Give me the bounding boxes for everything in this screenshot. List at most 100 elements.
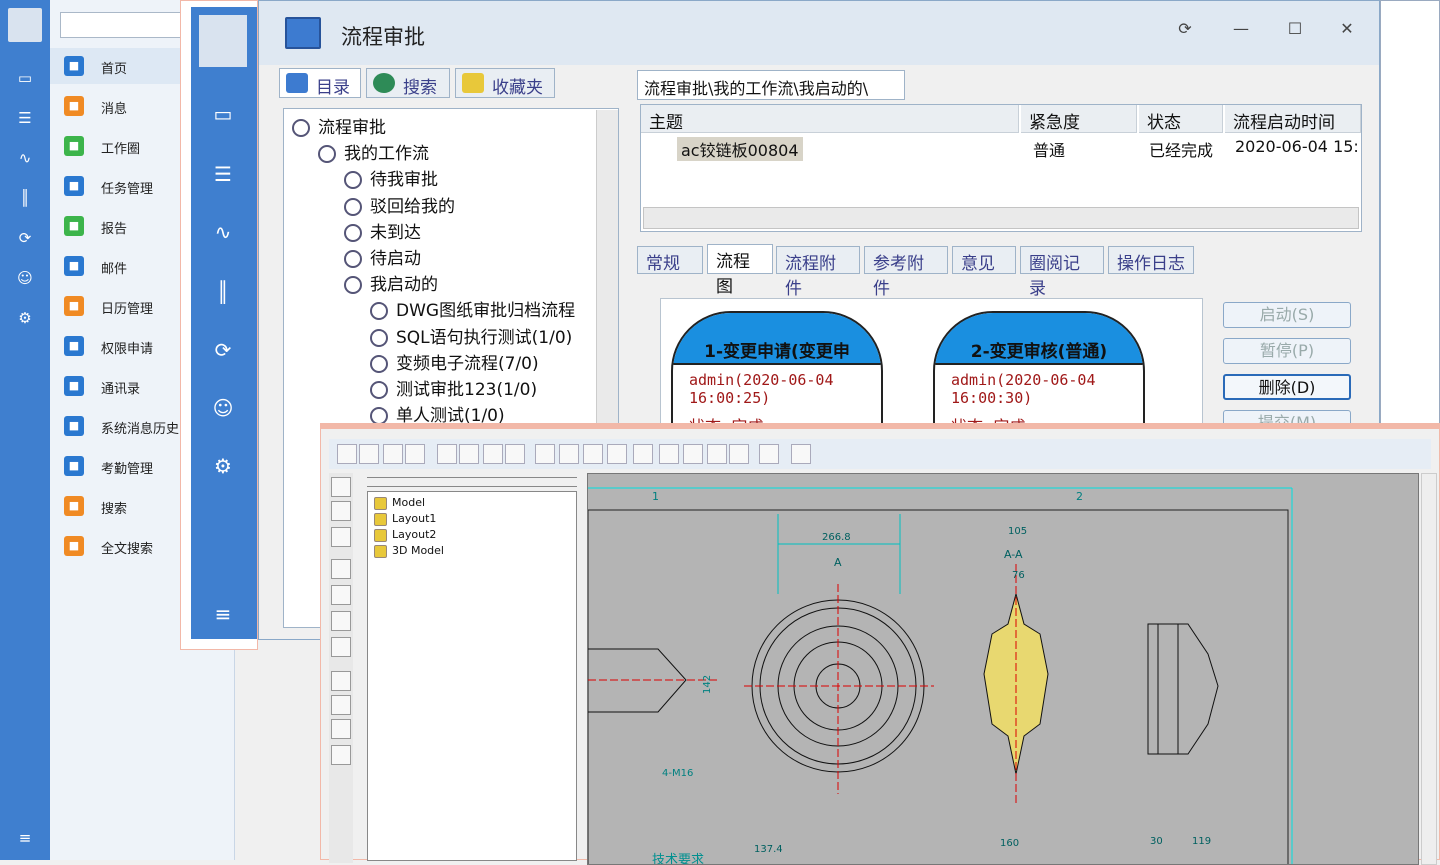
list-icon[interactable]: ☰ — [15, 108, 35, 128]
toolbar-button-icon[interactable] — [505, 444, 525, 464]
cell-subject[interactable]: ac铰链板00804 — [677, 137, 803, 161]
chart-icon[interactable]: ∿ — [15, 148, 35, 168]
toolbar-button-icon[interactable] — [729, 444, 749, 464]
maximize-icon[interactable]: ☐ — [1283, 19, 1307, 38]
side-tool-icon[interactable] — [331, 695, 351, 715]
cad-toolbar — [329, 439, 1431, 469]
toolbar-button-icon[interactable] — [659, 444, 679, 464]
drawing-canvas[interactable]: 1 2 4-M16 142 266.8 A 137.4 A-A 105 76 1… — [587, 473, 1419, 865]
toolbar-button-icon[interactable] — [359, 444, 379, 464]
list-icon[interactable]: ☰ — [208, 159, 238, 189]
toolbar-button-icon[interactable] — [483, 444, 503, 464]
layout-item[interactable]: 3D Model — [374, 544, 444, 558]
monitor-icon — [286, 73, 308, 93]
column-header[interactable]: 紧急度 — [1021, 105, 1137, 133]
tree-node[interactable]: 待我审批 — [344, 165, 438, 190]
tree-node[interactable]: 待启动 — [344, 244, 421, 269]
side-tool-icon[interactable] — [331, 501, 351, 521]
toolbar-button-icon[interactable] — [383, 444, 403, 464]
toolbar-button-icon[interactable] — [791, 444, 811, 464]
side-tool-icon[interactable] — [331, 637, 351, 657]
toolbar-button-icon[interactable] — [707, 444, 727, 464]
tree-node[interactable]: 未到达 — [344, 218, 421, 243]
minimize-icon[interactable]: — — [1229, 19, 1253, 38]
sync-icon[interactable]: ⟳ — [15, 228, 35, 248]
books-icon[interactable]: ║ — [208, 277, 238, 307]
monitor-icon[interactable]: ▭ — [208, 99, 238, 129]
toolbar-button-icon[interactable] — [759, 444, 779, 464]
side-tool-icon[interactable] — [331, 671, 351, 691]
layout-item[interactable]: Layout1 — [373, 512, 436, 526]
tab-favorites[interactable]: 收藏夹 — [455, 68, 555, 98]
side-tool-icon[interactable] — [331, 745, 351, 765]
close-icon[interactable]: ✕ — [1335, 19, 1359, 38]
side-tool-icon[interactable] — [331, 585, 351, 605]
detail-tab[interactable]: 常规 — [637, 246, 703, 274]
tree-node-label: 待我审批 — [370, 170, 438, 191]
toolbar-button-icon[interactable] — [535, 444, 555, 464]
toolbar-button-icon[interactable] — [459, 444, 479, 464]
sync-icon[interactable]: ⟳ — [208, 335, 238, 365]
column-header[interactable]: 流程启动时间 — [1225, 105, 1361, 133]
users-icon[interactable]: ☺ — [15, 268, 35, 288]
chart-icon[interactable]: ∿ — [208, 217, 238, 247]
side-tool-icon[interactable] — [331, 611, 351, 631]
menu-item-label: 考勤管理 — [101, 462, 154, 477]
detail-tab[interactable]: 操作日志 — [1108, 246, 1194, 274]
toolbar-button-icon[interactable] — [559, 444, 579, 464]
menu-icon[interactable]: ≡ — [15, 828, 35, 848]
detail-tab[interactable]: 圈阅记录 — [1020, 246, 1104, 299]
node-time: 16:00:25) — [689, 389, 771, 407]
column-header[interactable]: 状态 — [1139, 105, 1223, 133]
layout-item[interactable]: Layout2 — [373, 528, 436, 542]
side-tool-icon[interactable] — [331, 719, 351, 739]
action-button[interactable]: 暂停(P) — [1223, 338, 1351, 364]
node-title: 1-变更申请(变更申 — [673, 313, 881, 365]
tree-node[interactable]: DWG图纸审批归档流程 — [370, 296, 575, 321]
dimension-label: 119 — [1192, 836, 1211, 847]
toolbar-button-icon[interactable] — [405, 444, 425, 464]
toolbar-button-icon[interactable] — [583, 444, 603, 464]
avatar[interactable] — [199, 15, 247, 67]
grid-scrollbar[interactable] — [643, 207, 1359, 229]
side-tool-icon[interactable] — [331, 477, 351, 497]
tree-node[interactable]: 我启动的 — [344, 270, 438, 295]
gear-icon[interactable]: ⚙ — [15, 308, 35, 328]
menu-icon[interactable]: ≡ — [208, 599, 238, 629]
workflow-icon — [344, 250, 362, 268]
tab-directory[interactable]: 目录 — [279, 68, 361, 98]
toolbar-button-icon[interactable] — [683, 444, 703, 464]
monitor-icon[interactable]: ▭ — [15, 68, 35, 88]
avatar[interactable] — [8, 8, 42, 42]
tree-node[interactable]: 驳回给我的 — [344, 192, 455, 217]
toolbar-button-icon[interactable] — [437, 444, 457, 464]
drawing-scrollbar[interactable] — [1421, 473, 1437, 865]
column-header[interactable]: 主题 — [641, 105, 1019, 133]
workflow-grid[interactable]: 主题 紧急度 状态 流程启动时间 ac铰链板00804 普通 已经完成 2020… — [640, 104, 1362, 232]
books-icon[interactable]: ║ — [15, 188, 35, 208]
tree-node[interactable]: 流程审批 — [292, 113, 386, 138]
tree-node[interactable]: 我的工作流 — [318, 139, 429, 164]
layout-item[interactable]: Model — [373, 496, 425, 510]
tree-node[interactable]: SQL语句执行测试(1/0) — [370, 323, 572, 348]
toolbar-button-icon[interactable] — [607, 444, 627, 464]
detail-tab[interactable]: 流程附件 — [776, 246, 860, 299]
users-icon[interactable]: ☺ — [208, 393, 238, 423]
detail-tab[interactable]: 意见 — [952, 246, 1016, 274]
action-button[interactable]: 启动(S) — [1223, 302, 1351, 328]
refresh-icon[interactable]: ⟳ — [1173, 19, 1197, 38]
workflow-icon — [370, 328, 388, 347]
section-mark: A — [834, 556, 842, 569]
tab-search[interactable]: 搜索 — [366, 68, 450, 98]
side-tool-icon[interactable] — [331, 527, 351, 547]
layout-tree[interactable]: Model Layout1 Layout2 3D Model — [367, 491, 577, 861]
action-button[interactable]: 删除(D) — [1223, 374, 1351, 400]
side-tool-icon[interactable] — [331, 559, 351, 579]
gear-icon[interactable]: ⚙ — [208, 451, 238, 481]
detail-tab[interactable]: 流程图 — [707, 244, 773, 297]
tree-node[interactable]: 变频电子流程(7/0) — [370, 349, 539, 374]
tree-node[interactable]: 测试审批123(1/0) — [370, 375, 537, 400]
toolbar-button-icon[interactable] — [337, 444, 357, 464]
toolbar-button-icon[interactable] — [633, 444, 653, 464]
detail-tab[interactable]: 参考附件 — [864, 246, 948, 299]
